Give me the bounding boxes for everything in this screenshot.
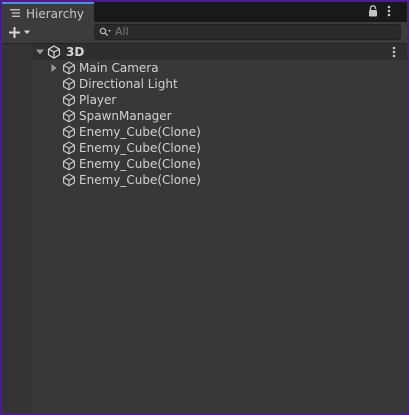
gameobject-cube-icon (63, 173, 75, 187)
scene-row[interactable]: 3D (33, 44, 407, 60)
expand-arrow-icon[interactable] (50, 64, 58, 72)
kebab-menu-icon[interactable] (392, 46, 396, 58)
toolbar: All (2, 22, 407, 44)
hierarchy-item[interactable]: Enemy_Cube(Clone) (33, 140, 407, 156)
hierarchy-item[interactable]: Main Camera (33, 60, 407, 76)
list-icon (10, 9, 20, 17)
hierarchy-window: Hierarchy All 3D Main Camera Directional… (2, 2, 407, 413)
hierarchy-item-label: Enemy_Cube(Clone) (79, 173, 201, 187)
search-icon (99, 27, 111, 36)
lock-icon[interactable] (368, 5, 378, 17)
tab-hierarchy[interactable]: Hierarchy (2, 2, 94, 22)
hierarchy-item-label: Enemy_Cube(Clone) (79, 157, 201, 171)
chevron-down-icon (24, 30, 30, 34)
plus-icon (9, 27, 20, 38)
gameobject-cube-icon (63, 77, 75, 91)
hierarchy-item-label: Main Camera (79, 61, 159, 75)
gameobject-cube-icon (63, 125, 75, 139)
hierarchy-item[interactable]: Enemy_Cube(Clone) (33, 124, 407, 140)
create-dropdown-button[interactable] (6, 24, 34, 41)
hierarchy-item-label: Directional Light (79, 77, 178, 91)
hierarchy-item-label: SpawnManager (79, 109, 172, 123)
unity-scene-icon (47, 45, 61, 59)
kebab-menu-icon[interactable] (387, 5, 391, 17)
hierarchy-item[interactable]: Enemy_Cube(Clone) (33, 156, 407, 172)
gameobject-cube-icon (63, 157, 75, 171)
search-placeholder: All (115, 25, 129, 38)
hierarchy-tree: 3D Main Camera Directional Light Player Spa… (33, 44, 407, 413)
scene-name: 3D (66, 45, 85, 59)
gameobject-cube-icon (63, 93, 75, 107)
hierarchy-item[interactable]: SpawnManager (33, 108, 407, 124)
hierarchy-item-label: Enemy_Cube(Clone) (79, 141, 201, 155)
tab-label: Hierarchy (26, 7, 85, 21)
collapse-arrow-icon[interactable] (36, 48, 44, 56)
hierarchy-item[interactable]: Directional Light (33, 76, 407, 92)
hierarchy-gutter (2, 44, 33, 413)
hierarchy-item[interactable]: Enemy_Cube(Clone) (33, 172, 407, 188)
search-field[interactable]: All (94, 24, 401, 40)
gameobject-cube-icon (63, 141, 75, 155)
hierarchy-item-label: Player (79, 93, 117, 107)
hierarchy-item[interactable]: Player (33, 92, 407, 108)
gameobject-cube-icon (63, 109, 75, 123)
tab-bar: Hierarchy (2, 2, 407, 22)
hierarchy-item-label: Enemy_Cube(Clone) (79, 125, 201, 139)
gameobject-cube-icon (63, 61, 75, 75)
